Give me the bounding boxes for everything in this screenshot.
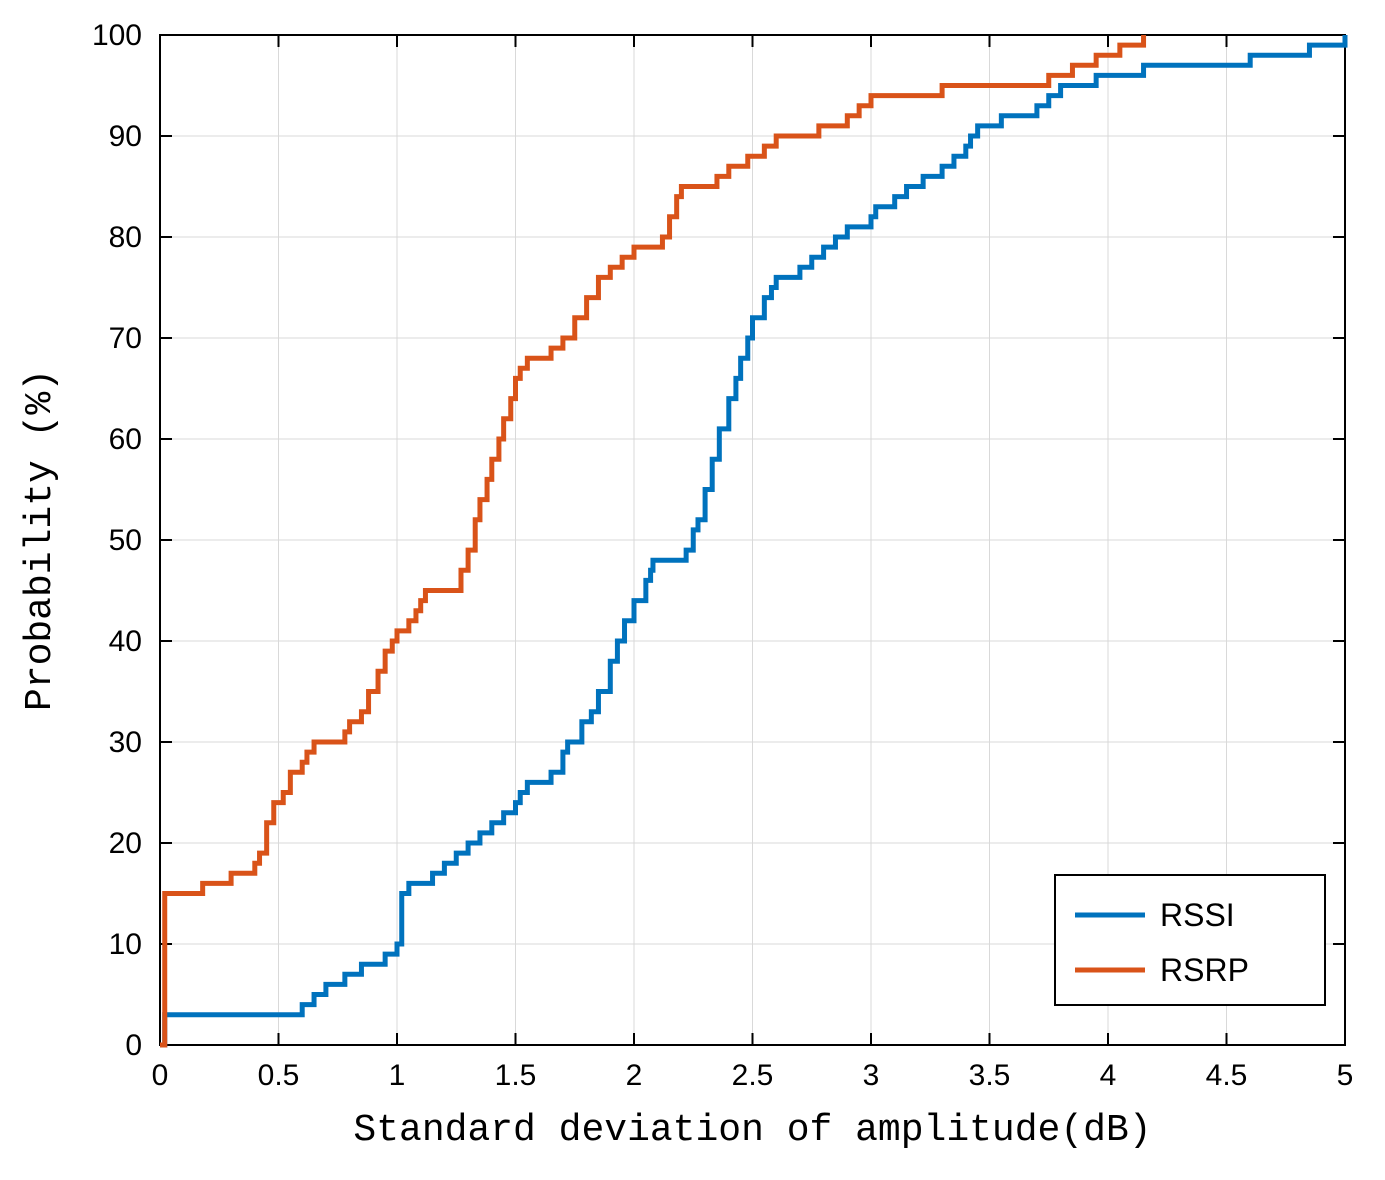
legend-label-rsrp: RSRP bbox=[1160, 952, 1249, 988]
x-tick-label: 2.5 bbox=[732, 1059, 774, 1092]
y-tick-label: 90 bbox=[109, 120, 142, 153]
chart-container: 00.511.522.533.544.550102030405060708090… bbox=[0, 0, 1385, 1180]
y-axis-label: Probability (%) bbox=[19, 369, 62, 711]
y-tick-label: 70 bbox=[109, 322, 142, 355]
x-tick-label: 5 bbox=[1337, 1059, 1354, 1092]
x-tick-label: 1.5 bbox=[495, 1059, 537, 1092]
y-tick-label: 100 bbox=[92, 19, 142, 52]
x-tick-label: 4.5 bbox=[1206, 1059, 1248, 1092]
y-tick-label: 50 bbox=[109, 524, 142, 557]
x-tick-label: 3 bbox=[863, 1059, 880, 1092]
y-tick-label: 30 bbox=[109, 726, 142, 759]
x-tick-label: 2 bbox=[626, 1059, 643, 1092]
chart-svg: 00.511.522.533.544.550102030405060708090… bbox=[0, 0, 1385, 1180]
y-tick-label: 60 bbox=[109, 423, 142, 456]
y-tick-label: 0 bbox=[125, 1029, 142, 1062]
x-tick-label: 4 bbox=[1100, 1059, 1117, 1092]
legend-label-rssi: RSSI bbox=[1160, 897, 1235, 933]
y-tick-label: 10 bbox=[109, 928, 142, 961]
x-tick-label: 3.5 bbox=[969, 1059, 1011, 1092]
x-axis-label: Standard deviation of amplitude(dB) bbox=[353, 1109, 1151, 1152]
x-tick-label: 0.5 bbox=[258, 1059, 300, 1092]
x-tick-label: 0 bbox=[152, 1059, 169, 1092]
y-tick-label: 80 bbox=[109, 221, 142, 254]
y-tick-label: 40 bbox=[109, 625, 142, 658]
y-tick-label: 20 bbox=[109, 827, 142, 860]
x-tick-label: 1 bbox=[389, 1059, 406, 1092]
